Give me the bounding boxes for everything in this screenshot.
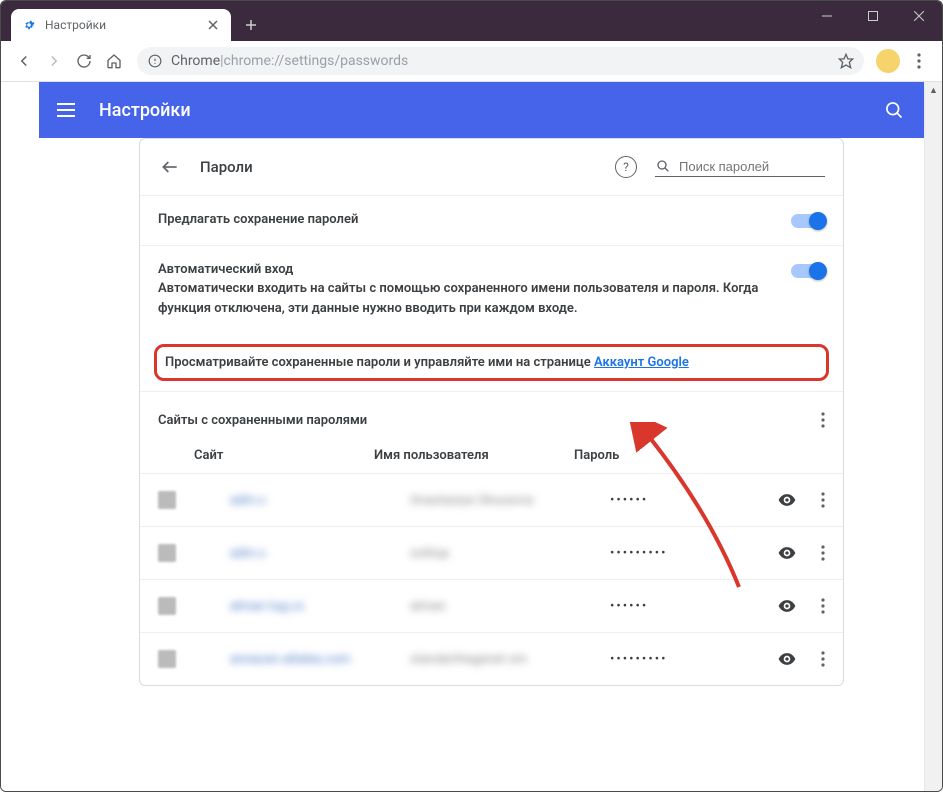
- col-site: Сайт: [194, 448, 374, 463]
- hamburger-menu-icon[interactable]: [57, 98, 81, 122]
- user-cell: solitup: [410, 546, 610, 561]
- password-search-field[interactable]: [655, 158, 825, 177]
- google-account-link[interactable]: Аккаунт Google: [594, 355, 689, 370]
- back-arrow-icon[interactable]: [158, 155, 182, 179]
- back-button[interactable]: [9, 46, 39, 76]
- user-cell: Anastasiya Uksusova: [410, 493, 610, 508]
- help-icon[interactable]: ?: [615, 156, 637, 178]
- site-cell[interactable]: adm.c: [230, 493, 410, 508]
- maximize-button[interactable]: [850, 1, 896, 31]
- settings-header: Настройки: [39, 82, 924, 138]
- browser-tab[interactable]: Настройки: [11, 9, 231, 41]
- table-row: annacen.altalea.comstanderthegenet om•••…: [140, 632, 843, 685]
- password-cell: ••••••: [610, 493, 775, 508]
- user-cell: standerthegenet om: [410, 652, 610, 667]
- offer-save-row: Предлагать сохранение паролей: [140, 195, 843, 245]
- show-password-icon[interactable]: [775, 488, 799, 512]
- table-row: alman tug.ccalman••••••: [140, 579, 843, 632]
- url-path: chrome://settings/passwords: [224, 53, 409, 69]
- site-favicon: [158, 597, 176, 615]
- minimize-button[interactable]: [804, 1, 850, 31]
- close-icon[interactable]: [205, 17, 221, 33]
- gear-icon: [21, 17, 37, 33]
- subpage-header: Пароли ?: [140, 139, 843, 195]
- browser-window: Настройки Chrome | chrome://settings/pas…: [0, 0, 943, 792]
- show-password-icon[interactable]: [775, 647, 799, 671]
- auto-login-toggle[interactable]: [791, 264, 825, 278]
- col-user: Имя пользователя: [374, 448, 574, 463]
- show-password-icon[interactable]: [775, 541, 799, 565]
- scroll-up-icon[interactable]: ▲: [925, 82, 942, 99]
- home-button[interactable]: [99, 46, 129, 76]
- site-favicon: [158, 491, 176, 509]
- saved-passwords-header: Сайты с сохраненными паролями: [140, 391, 843, 434]
- browser-toolbar: Chrome | chrome://settings/passwords: [1, 41, 942, 82]
- offer-save-toggle[interactable]: [791, 214, 825, 228]
- titlebar: Настройки: [1, 1, 942, 41]
- site-favicon: [158, 650, 176, 668]
- show-password-icon[interactable]: [775, 594, 799, 618]
- vertical-scrollbar[interactable]: ▲: [924, 82, 942, 791]
- settings-search-icon[interactable]: [882, 98, 906, 122]
- tab-title: Настройки: [45, 18, 205, 32]
- password-cell: •••••••••: [610, 546, 775, 561]
- bookmark-icon[interactable]: [838, 53, 854, 69]
- site-info-icon[interactable]: [147, 53, 163, 69]
- profile-avatar[interactable]: [876, 49, 900, 73]
- settings-title: Настройки: [99, 100, 191, 121]
- col-pass: Пароль: [574, 448, 825, 463]
- row-menu-icon[interactable]: [821, 492, 825, 508]
- site-favicon: [158, 544, 176, 562]
- password-cell: ••••••: [610, 599, 775, 614]
- google-account-callout: Просматривайте сохраненные пароли и упра…: [154, 344, 829, 381]
- password-cell: •••••••••: [610, 652, 775, 667]
- forward-button[interactable]: [39, 46, 69, 76]
- close-window-button[interactable]: [896, 1, 942, 31]
- row-menu-icon[interactable]: [821, 598, 825, 614]
- page-content: Настройки Пароли ?: [1, 82, 942, 791]
- window-controls: [804, 1, 942, 41]
- passwords-table-header: Сайт Имя пользователя Пароль: [140, 434, 843, 473]
- saved-passwords-menu[interactable]: [821, 412, 825, 428]
- auto-login-row: Автоматический вход Автоматически входит…: [140, 245, 843, 334]
- site-cell[interactable]: alman tug.cc: [230, 599, 410, 614]
- reload-button[interactable]: [69, 46, 99, 76]
- new-tab-button[interactable]: [237, 11, 265, 39]
- row-menu-icon[interactable]: [821, 651, 825, 667]
- site-cell[interactable]: annacen.altalea.com: [230, 652, 410, 667]
- site-cell[interactable]: adm.c: [230, 546, 410, 561]
- passwords-card: Пароли ? Предлагать сохранение паролей: [139, 138, 844, 686]
- search-icon: [655, 158, 671, 176]
- user-cell: alman: [410, 599, 610, 614]
- saved-passwords-title: Сайты с сохраненными паролями: [158, 413, 367, 428]
- settings-page: Настройки Пароли ?: [39, 82, 924, 791]
- address-bar[interactable]: Chrome | chrome://settings/passwords: [137, 47, 864, 75]
- subpage-title: Пароли: [200, 158, 253, 176]
- left-margin: [1, 82, 39, 791]
- auto-login-title: Автоматический вход: [158, 262, 771, 277]
- table-row: adm.cAnastasiya Uksusova••••••: [140, 473, 843, 526]
- callout-text: Просматривайте сохраненные пароли и упра…: [165, 355, 594, 370]
- url-scheme: Chrome: [171, 53, 220, 69]
- password-search-input[interactable]: [677, 158, 825, 175]
- auto-login-desc: Автоматически входить на сайты с помощью…: [158, 279, 771, 318]
- table-row: adm.csolitup•••••••••: [140, 526, 843, 579]
- row-menu-icon[interactable]: [821, 545, 825, 561]
- offer-save-label: Предлагать сохранение паролей: [158, 212, 771, 227]
- browser-menu-button[interactable]: [904, 46, 934, 76]
